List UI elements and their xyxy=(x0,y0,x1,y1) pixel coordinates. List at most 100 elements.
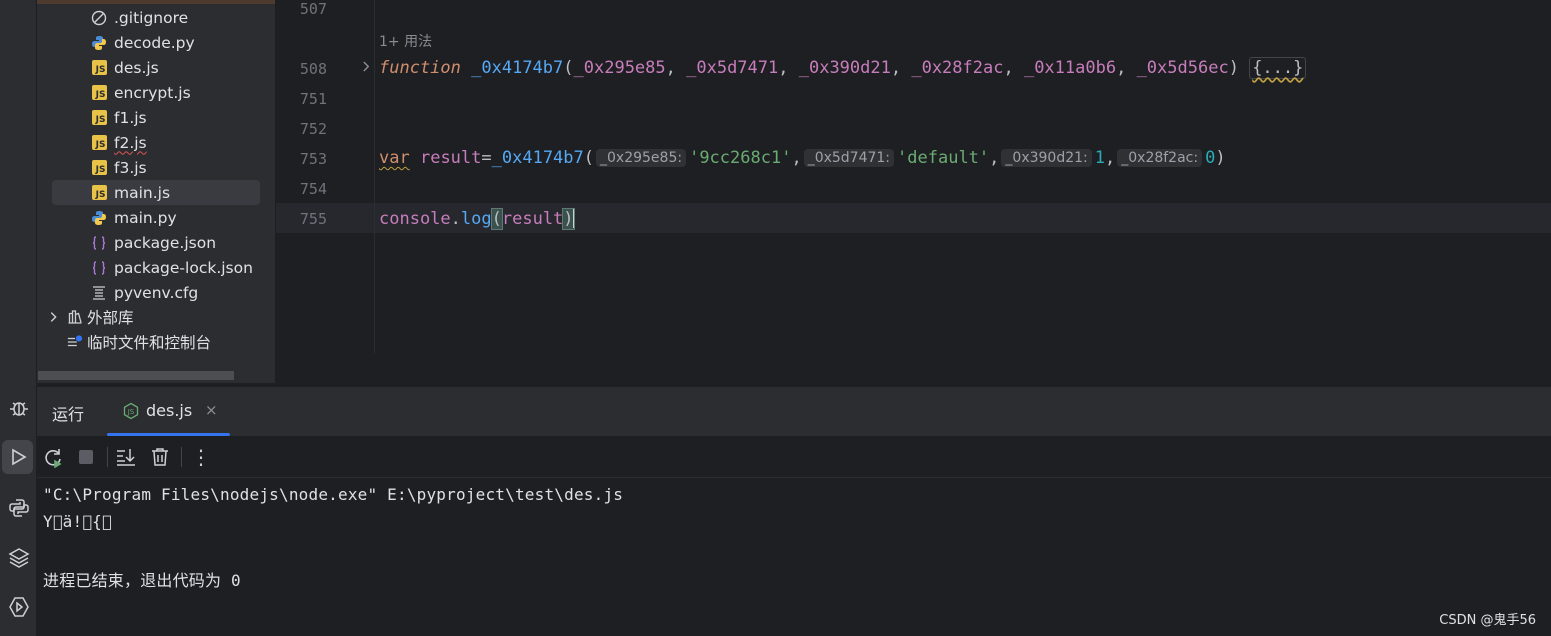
separator: , xyxy=(890,58,912,78)
services-icon[interactable] xyxy=(0,590,37,624)
svg-text:JS: JS xyxy=(127,408,135,416)
js-file-icon: JS xyxy=(91,85,107,101)
param: _0x5d56ec xyxy=(1136,58,1229,78)
tree-item-decode-py[interactable]: decode.py xyxy=(91,30,195,55)
js-file-icon: JS xyxy=(91,110,107,126)
function-name: _0x4174b7 xyxy=(471,58,564,78)
nodejs-icon: JS xyxy=(122,402,140,420)
js-file-icon: JS xyxy=(91,185,107,201)
comma: , xyxy=(1105,148,1116,168)
parameter-hint: _0x390d21: xyxy=(1001,149,1092,167)
separator: , xyxy=(1116,58,1137,78)
tree-item-gitignore[interactable]: .gitignore xyxy=(91,5,188,30)
tree-item-label: .gitignore xyxy=(114,8,189,27)
fold-expand-icon[interactable] xyxy=(362,60,371,77)
tree-item-pyvenv-cfg[interactable]: pyvenv.cfg xyxy=(91,280,198,305)
js-badge: JS xyxy=(91,160,107,175)
tree-item-f3-js[interactable]: JS f3.js xyxy=(91,155,147,180)
scroll-to-end-icon[interactable] xyxy=(114,445,138,469)
param: _0x390d21 xyxy=(798,58,891,78)
js-badge: JS xyxy=(91,135,107,150)
code-line-508: function _0x4174b7(_0x295e85, _0x5d7471,… xyxy=(379,57,1307,79)
separator: , xyxy=(1003,58,1024,78)
line-number: 754 xyxy=(299,180,327,198)
separator: , xyxy=(665,58,687,78)
editor-gutter: 507 508 751 752 753 754 755 xyxy=(276,0,375,353)
tree-item-label: encrypt.js xyxy=(114,83,191,102)
tree-item-f2-js[interactable]: JS f2.js xyxy=(91,130,147,155)
param: _0x5d7471 xyxy=(686,58,779,78)
param: _0x11a0b6 xyxy=(1023,58,1117,78)
method-name: log xyxy=(460,209,492,229)
config-file-icon xyxy=(91,285,107,301)
tree-item-main-py[interactable]: main.py xyxy=(91,205,177,230)
tree-top-border xyxy=(37,0,275,4)
tree-item-main-js[interactable]: JS main.js xyxy=(52,180,260,205)
run-tab-des-js[interactable]: JS des.js × xyxy=(107,387,230,436)
js-badge: JS xyxy=(91,85,107,100)
console-line: Y ä! {  xyxy=(43,512,112,531)
tree-item-label: f2.js xyxy=(114,133,147,152)
close-icon[interactable]: × xyxy=(205,401,218,419)
tree-item-scratches[interactable]: 临时文件和控制台 xyxy=(67,329,211,354)
usages-hint[interactable]: 1+ 用法 xyxy=(379,31,432,51)
tree-item-package-lock-json[interactable]: package-lock.json xyxy=(91,255,253,280)
comma: , xyxy=(989,148,1000,168)
toolbar-separator xyxy=(107,447,108,467)
tree-item-label: f3.js xyxy=(114,158,147,177)
stop-icon[interactable] xyxy=(74,445,98,469)
line-number: 755 xyxy=(299,210,327,228)
console-output[interactable]: "C:\Program Files\nodejs\node.exe" E:\py… xyxy=(37,479,1551,636)
left-tool-strip xyxy=(0,0,37,636)
run-icon[interactable] xyxy=(2,440,33,474)
paren: ( xyxy=(583,148,595,168)
watermark: CSDN @鬼手56 xyxy=(1439,613,1536,628)
keyword: var xyxy=(379,148,410,168)
paren: ) xyxy=(1215,148,1226,168)
tree-item-external-libs[interactable]: 外部库 xyxy=(45,304,134,329)
debug-icon[interactable] xyxy=(0,391,37,425)
keyword: function xyxy=(379,58,461,78)
assign-operator: = xyxy=(481,148,492,168)
tree-item-label: des.js xyxy=(114,58,159,77)
layers-icon[interactable] xyxy=(0,540,37,574)
clear-all-icon[interactable] xyxy=(148,445,172,469)
number-arg: 1 xyxy=(1094,148,1105,168)
parameter-hint: _0x28f2ac: xyxy=(1117,149,1203,167)
run-toolbar: ⋮ xyxy=(37,436,1551,478)
paren-highlight: ( xyxy=(490,208,503,230)
param: _0x28f2ac xyxy=(911,58,1004,78)
python-file-icon xyxy=(91,210,107,226)
line-number: 753 xyxy=(299,150,327,168)
code-editor[interactable]: 507 508 751 752 753 754 755 1+ 用法 functi… xyxy=(276,0,1551,353)
js-badge: JS xyxy=(91,60,107,75)
tree-item-label: 临时文件和控制台 xyxy=(87,333,212,352)
number-arg: 0 xyxy=(1205,148,1216,168)
tree-item-encrypt-js[interactable]: JS encrypt.js xyxy=(91,80,191,105)
tree-item-label: 外部库 xyxy=(87,308,134,327)
python-file-icon xyxy=(91,35,107,51)
chevron-right-icon[interactable] xyxy=(45,309,61,325)
rerun-icon[interactable] xyxy=(41,445,65,469)
folded-code-block[interactable]: {...} xyxy=(1249,57,1307,79)
tree-item-label: package-lock.json xyxy=(114,258,253,277)
tree-item-label: main.js xyxy=(114,183,171,202)
more-icon[interactable]: ⋮ xyxy=(189,445,213,469)
ignore-file-icon xyxy=(91,10,107,26)
param: _0x295e85 xyxy=(573,58,666,78)
js-badge: JS xyxy=(91,185,107,200)
code-line-753: var result=_0x4174b7(_0x295e85: '9cc268c1… xyxy=(379,148,1226,168)
tree-item-label: package.json xyxy=(114,233,217,252)
string-arg: 'default' xyxy=(897,148,990,168)
dot: . xyxy=(450,209,461,229)
string-arg: '9cc268c1' xyxy=(689,148,792,168)
tree-item-des-js[interactable]: JS des.js xyxy=(91,55,159,80)
line-number: 751 xyxy=(299,90,327,108)
argument: result xyxy=(501,209,564,229)
text-cursor xyxy=(572,208,575,228)
python-console-icon[interactable] xyxy=(0,491,37,525)
tree-horizontal-scrollbar[interactable] xyxy=(38,371,234,380)
js-file-icon: JS xyxy=(91,160,107,176)
tree-item-f1-js[interactable]: JS f1.js xyxy=(91,105,147,130)
tree-item-package-json[interactable]: package.json xyxy=(91,230,216,255)
